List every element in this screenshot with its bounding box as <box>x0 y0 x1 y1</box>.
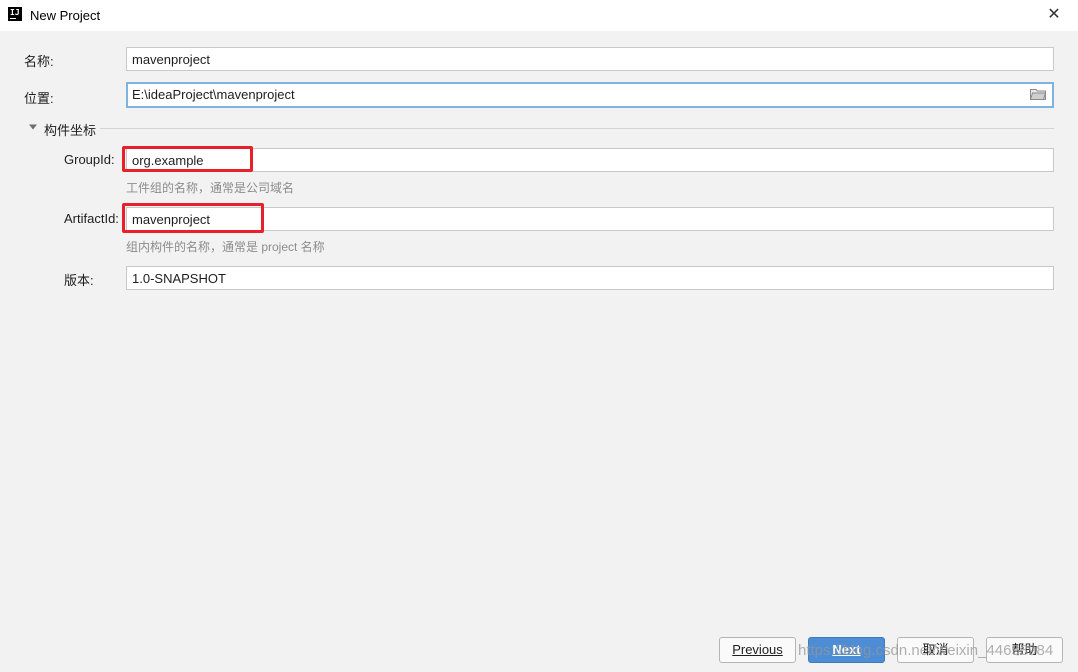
intellij-icon: IJ <box>8 7 22 21</box>
groupid-hint: 工件组的名称，通常是公司域名 <box>126 181 295 195</box>
chevron-down-icon[interactable] <box>28 122 38 132</box>
version-value: 1.0-SNAPSHOT <box>132 271 226 286</box>
version-field[interactable]: 1.0-SNAPSHOT <box>126 266 1054 290</box>
artifactid-hint: 组内构件的名称，通常是 project 名称 <box>126 240 325 254</box>
previous-button[interactable]: Previous <box>719 637 796 663</box>
folder-icon[interactable] <box>1030 88 1046 100</box>
previous-button-label: Previous <box>732 642 783 657</box>
version-label: 版本: <box>64 273 94 288</box>
window-title: New Project <box>30 8 101 23</box>
groupid-value: org.example <box>132 153 204 168</box>
groupid-label: GroupId: <box>64 152 115 167</box>
location-label: 位置: <box>24 91 54 106</box>
section-divider <box>100 128 1054 129</box>
title-bar: IJ New Project ✕ <box>0 0 1078 31</box>
name-value: mavenproject <box>132 52 211 67</box>
section-title: 构件坐标 <box>44 123 97 138</box>
name-label: 名称: <box>24 54 54 69</box>
artifactid-value: mavenproject <box>132 212 211 227</box>
name-field[interactable]: mavenproject <box>126 47 1054 71</box>
artifactid-field[interactable]: mavenproject <box>126 207 1054 231</box>
app-icon-text: IJ <box>10 8 20 17</box>
artifactid-label: ArtifactId: <box>64 211 119 226</box>
location-value: E:\ideaProject\mavenproject <box>132 87 295 102</box>
close-icon[interactable]: ✕ <box>1044 5 1064 25</box>
watermark: https://blog.csdn.net/weixin_44653984 <box>798 642 1054 659</box>
groupid-field[interactable]: org.example <box>126 148 1054 172</box>
location-field[interactable]: E:\ideaProject\mavenproject <box>126 82 1054 108</box>
